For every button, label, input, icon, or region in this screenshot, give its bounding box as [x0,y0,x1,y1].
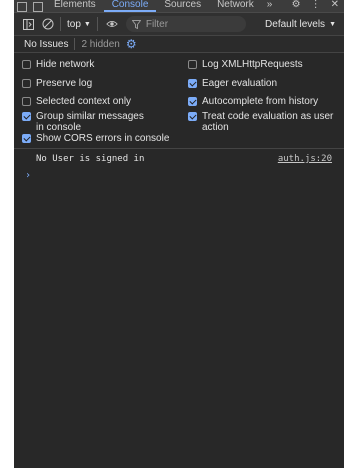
console-log-area[interactable]: No User is signed in auth.js:20 › [14,149,344,468]
cors-errors-label: Show CORS errors in console [36,133,170,144]
context-selector[interactable]: top ▼ [67,19,91,30]
autocomplete-history-option[interactable]: Autocomplete from history [188,96,318,107]
filter-icon [131,19,141,29]
toolbar-divider [60,17,61,31]
eager-evaluation-label: Eager evaluation [202,78,278,89]
filter-placeholder: Filter [145,18,169,30]
log-levels-dropdown[interactable]: Default levels ▼ [265,19,336,30]
devtools-tab-bar: Elements Console Sources Network » ⚙ ⋮ ✕ [14,0,344,13]
live-expression-eye-icon[interactable] [106,18,118,30]
console-settings-gear-icon[interactable]: ⚙ [126,38,137,50]
sidebar-toggle-icon[interactable] [22,18,34,30]
tab-sources[interactable]: Sources [156,0,209,12]
group-similar-option[interactable]: Group similar messages in console [22,111,152,133]
group-similar-label: Group similar messages in console [36,111,144,133]
tab-elements[interactable]: Elements [46,0,104,12]
device-toolbar-icon[interactable] [33,2,43,12]
group-similar-checkbox[interactable] [22,112,31,121]
chevron-down-icon: ▼ [329,20,336,28]
context-label: top [67,18,81,30]
toolbar-divider [96,17,98,31]
console-settings: Hide network Preserve log Selected conte… [14,54,344,149]
issues-label[interactable]: No Issues [24,39,68,50]
eager-evaluation-option[interactable]: Eager evaluation [188,78,277,89]
log-xhr-label: Log XMLHttpRequests [202,59,303,70]
hide-network-label: Hide network [36,59,95,70]
issues-divider [74,38,76,50]
console-message-text: No User is signed in [36,154,145,164]
chevron-down-icon: ▼ [83,20,91,28]
selected-context-checkbox[interactable] [22,97,31,106]
hide-network-checkbox[interactable] [22,60,31,69]
eager-evaluation-checkbox[interactable] [188,79,197,88]
devtools-panel: Elements Console Sources Network » ⚙ ⋮ ✕… [14,0,344,468]
console-message-source-link[interactable]: auth.js:20 [278,154,332,164]
inspect-element-icon[interactable] [17,2,27,12]
treat-code-eval-checkbox[interactable] [188,112,197,121]
close-icon[interactable]: ✕ [326,0,344,12]
preserve-log-label: Preserve log [36,78,93,89]
more-options-icon[interactable]: ⋮ [306,0,326,12]
hide-network-option[interactable]: Hide network [22,59,94,70]
treat-code-eval-option[interactable]: Treat code evaluation as user action [188,111,338,133]
settings-icon[interactable]: ⚙ [287,0,306,12]
clear-console-icon[interactable] [42,18,54,30]
cors-errors-option[interactable]: Show CORS errors in console [22,133,169,144]
console-prompt-icon[interactable]: › [25,170,31,181]
autocomplete-history-label: Autocomplete from history [202,96,319,107]
filter-input[interactable]: Filter [125,16,246,32]
autocomplete-history-checkbox[interactable] [188,97,197,106]
log-xhr-option[interactable]: Log XMLHttpRequests [188,59,303,70]
issues-bar: No Issues 2 hidden ⚙ [14,36,344,53]
selected-context-label: Selected context only [36,96,132,107]
more-tabs-icon[interactable]: » [262,0,278,12]
tab-console[interactable]: Console [103,0,157,12]
tab-network[interactable]: Network [209,0,262,12]
preserve-log-checkbox[interactable] [22,79,31,88]
console-toolbar: top ▼ Filter Default levels ▼ [14,13,344,36]
log-xhr-checkbox[interactable] [188,60,197,69]
log-levels-label: Default levels [265,18,326,30]
selected-context-option[interactable]: Selected context only [22,96,131,107]
console-message-row: No User is signed in auth.js:20 [14,152,344,166]
treat-code-eval-label: Treat code evaluation as user action [202,111,334,133]
cors-errors-checkbox[interactable] [22,134,31,143]
preserve-log-option[interactable]: Preserve log [22,78,92,89]
issues-hidden-count: 2 hidden [81,38,120,50]
